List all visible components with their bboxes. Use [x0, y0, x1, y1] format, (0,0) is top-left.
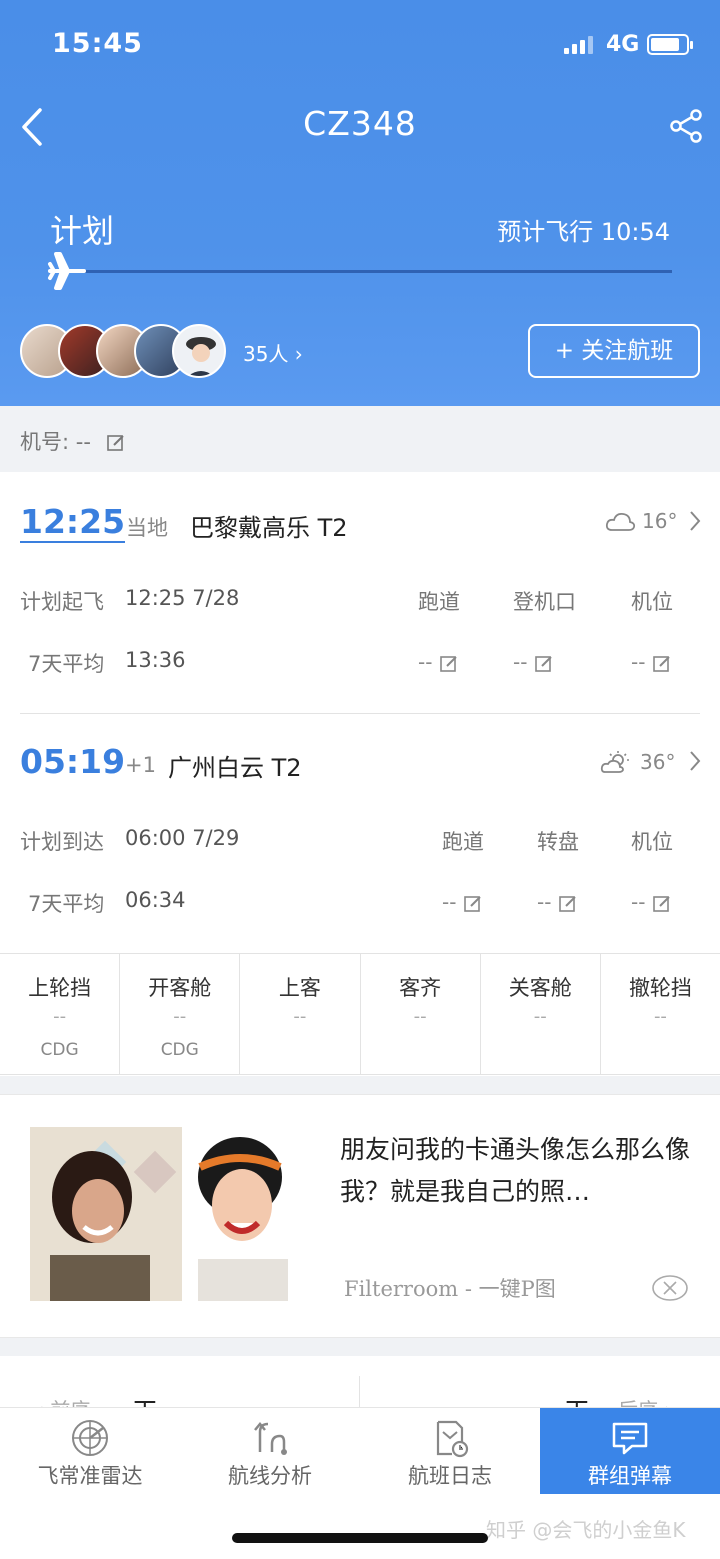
- route-icon: [254, 1422, 287, 1455]
- tab-radar[interactable]: 飞常准雷达: [0, 1408, 180, 1498]
- ad-image: [30, 1127, 296, 1301]
- registration-label: 机号: --: [20, 426, 126, 456]
- runway-value[interactable]: --: [418, 650, 459, 674]
- runway-value[interactable]: --: [442, 890, 483, 914]
- day-offset: +1: [125, 753, 156, 777]
- airplane-icon: [48, 252, 86, 290]
- avg-arrival-value: 06:34: [125, 888, 186, 912]
- battery-icon: [647, 34, 693, 55]
- tab-group-chat[interactable]: 群组弹幕: [540, 1408, 720, 1494]
- status-bar: 15:45 4G: [0, 26, 720, 66]
- network-type: 4G: [606, 32, 640, 57]
- scheduled-arrival-value: 06:00 7/29: [125, 826, 240, 850]
- edit-icon[interactable]: [439, 654, 459, 674]
- arrival-airport[interactable]: 广州白云 T2: [168, 748, 302, 783]
- clock: 15:45: [52, 28, 143, 59]
- avg-departure-value: 13:36: [125, 648, 186, 672]
- signal-icon: [564, 36, 594, 54]
- step-chocks-off: 撤轮挡 --: [628, 976, 692, 1027]
- chevron-right-icon[interactable]: [688, 510, 702, 532]
- tab-flight-log[interactable]: 航班日志: [360, 1408, 540, 1498]
- step-cabin-closed: 关客舱 --: [481, 954, 601, 1074]
- scheduled-arrival-label: 计划到达: [20, 830, 104, 854]
- step-chocks-on: 上轮挡 -- CDG: [0, 954, 121, 1074]
- stand-label: 机位: [631, 590, 673, 614]
- departure-airport[interactable]: 巴黎戴高乐 T2: [190, 508, 348, 543]
- runway-label: 跑道: [442, 830, 484, 854]
- scheduled-departure-value: 12:25 7/28: [125, 586, 240, 610]
- share-icon[interactable]: [668, 108, 704, 144]
- estimated-duration: 预计飞行 10:54: [497, 218, 670, 246]
- arrival-temperature: 36°: [640, 750, 676, 774]
- divider: [20, 713, 700, 714]
- flight-header: 15:45 4G CZ348 计划 预计飞行 10:54 35人 › + 关注航…: [0, 0, 720, 406]
- stand-value[interactable]: --: [631, 650, 672, 674]
- tab-route-analysis[interactable]: 航线分析: [180, 1408, 360, 1498]
- radar-icon: [72, 1420, 108, 1456]
- flight-number: CZ348: [303, 104, 417, 143]
- ad-headline: 朋友问我的卡通头像怎么那么像我？就是我自己的照…: [340, 1135, 691, 1206]
- edit-icon[interactable]: [558, 894, 578, 914]
- local-time-label: 当地: [126, 516, 168, 540]
- log-icon: [436, 1420, 469, 1458]
- avatar: [172, 324, 226, 378]
- chevron-right-icon[interactable]: [688, 750, 702, 772]
- edit-icon[interactable]: [534, 654, 554, 674]
- avg-departure-label: 7天平均: [28, 652, 105, 676]
- carousel-label: 转盘: [537, 830, 579, 854]
- progress-track: [80, 270, 672, 273]
- registration-row: 机号: --: [0, 406, 720, 472]
- chat-icon: [612, 1422, 648, 1455]
- close-icon[interactable]: [651, 1275, 689, 1301]
- departure-time: 12:25: [20, 502, 126, 543]
- arrival-time: 05:19: [20, 742, 126, 781]
- step-cabin-open: 开客舱 -- CDG: [120, 954, 241, 1074]
- edit-icon[interactable]: [106, 433, 126, 453]
- runway-label: 跑道: [418, 590, 460, 614]
- follow-flight-button[interactable]: + 关注航班: [528, 324, 700, 378]
- carousel-value[interactable]: --: [537, 890, 578, 914]
- avg-arrival-label: 7天平均: [28, 892, 105, 916]
- departure-temperature: 16°: [642, 509, 678, 533]
- ground-handling-steps: 上轮挡 -- CDG 开客舱 -- CDG 上客 -- 客齐 -- 关客舱 -- 撤轮挡 --: [0, 953, 720, 1075]
- watermark: 知乎 @会飞的小金鱼K: [486, 1518, 686, 1542]
- cloudy-icon: [605, 512, 636, 531]
- flight-status: 计划: [50, 212, 115, 250]
- sunny-cloudy-icon: [600, 751, 629, 773]
- stand-label: 机位: [631, 830, 673, 854]
- edit-icon[interactable]: [463, 894, 483, 914]
- step-boarding-complete: 客齐 --: [361, 954, 481, 1074]
- gate-label: 登机口: [513, 590, 576, 614]
- ad-banner[interactable]: 朋友问我的卡通头像怎么那么像我？就是我自己的照… Filterroom - 一键…: [0, 1094, 720, 1338]
- stand-value[interactable]: --: [631, 890, 672, 914]
- ad-source: Filterroom - 一键P图: [344, 1277, 556, 1301]
- pilot-icon: [186, 337, 216, 376]
- scheduled-departure-label: 计划起飞: [20, 590, 104, 614]
- step-boarding: 上客 --: [240, 954, 361, 1074]
- follower-count[interactable]: 35人 ›: [243, 338, 303, 367]
- edit-icon[interactable]: [652, 654, 672, 674]
- edit-icon[interactable]: [652, 894, 672, 914]
- home-indicator[interactable]: [232, 1533, 488, 1543]
- gate-value[interactable]: --: [513, 650, 554, 674]
